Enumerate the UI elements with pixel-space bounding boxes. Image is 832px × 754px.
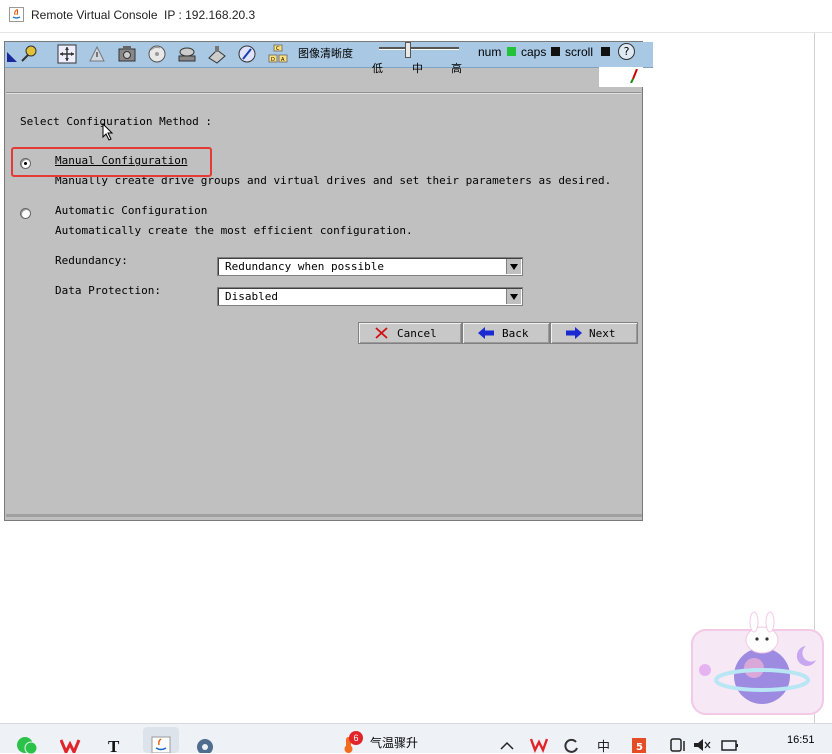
svg-text:A: A	[281, 57, 285, 63]
back-button[interactable]: Back	[462, 322, 550, 344]
automatic-config-label[interactable]: Automatic Configuration	[55, 204, 207, 217]
divider	[6, 92, 641, 94]
svg-text:中: 中	[597, 740, 610, 753]
automatic-config-description: Automatically create the most efficient …	[55, 224, 413, 237]
num-lock-indicator	[507, 47, 516, 56]
floppy-icon[interactable]	[207, 44, 227, 64]
monitor-icon[interactable]	[670, 737, 688, 753]
mouse-cursor-icon	[102, 123, 114, 141]
window-ip: IP : 192.168.20.3	[164, 8, 256, 22]
settings-gear-icon[interactable]	[194, 736, 216, 753]
window-titlebar: Remote Virtual Console IP : 192.168.20.3	[0, 0, 832, 33]
next-button[interactable]: Next	[550, 322, 638, 344]
console-toolbar: CDA 图像清晰度 低 中 高 num caps scroll ?	[5, 42, 653, 87]
weather-badge: 6	[349, 731, 363, 745]
drive-icon[interactable]	[177, 44, 197, 64]
data-protection-label: Data Protection:	[55, 284, 161, 297]
quality-mid-label: 中	[412, 62, 423, 75]
ime-icon[interactable]: 中	[596, 737, 614, 753]
cursor-marker-icon	[630, 69, 638, 83]
cancel-label: Cancel	[397, 327, 437, 340]
weather-text[interactable]: 气温骤升	[370, 734, 418, 751]
console-bottom-border	[6, 514, 642, 517]
warning-icon[interactable]	[87, 44, 107, 64]
quality-label: 图像清晰度	[298, 47, 353, 60]
wechat-icon[interactable]	[16, 736, 38, 754]
data-protection-value: Disabled	[225, 290, 278, 303]
html5-icon[interactable]: 5	[630, 737, 648, 753]
taskbar: T 6 气温骤升 中 5 16:51	[0, 723, 832, 754]
chevron-up-icon[interactable]	[500, 740, 514, 750]
cda-icon[interactable]: CD A	[267, 44, 289, 64]
close-icon	[375, 327, 388, 339]
connect-icon[interactable]	[19, 44, 39, 64]
speaker-muted-icon[interactable]	[693, 737, 711, 753]
automatic-config-radio[interactable]	[20, 208, 31, 219]
svg-text:T: T	[108, 737, 120, 753]
caps-lock-indicator	[551, 47, 560, 56]
cancel-button[interactable]: Cancel	[358, 322, 462, 344]
redundancy-label: Redundancy:	[55, 254, 128, 267]
scroll-lock-indicator	[601, 47, 610, 56]
chevron-down-icon[interactable]	[506, 259, 521, 274]
highlight-box	[11, 147, 212, 177]
quality-high-label: 高	[451, 62, 462, 75]
clock[interactable]: 16:51	[787, 734, 815, 746]
remote-screen-corner	[599, 67, 643, 87]
redundancy-value: Redundancy when possible	[225, 260, 384, 273]
move-icon[interactable]	[57, 44, 77, 64]
quality-low-label: 低	[372, 62, 383, 75]
java-icon	[9, 7, 24, 22]
cd-icon[interactable]	[147, 44, 167, 64]
refresh-icon[interactable]	[562, 737, 580, 753]
arrow-right-icon	[566, 327, 582, 339]
help-button[interactable]: ?	[618, 43, 635, 60]
scroll-lock-label: scroll	[565, 45, 594, 59]
redundancy-select[interactable]: Redundancy when possible	[217, 257, 523, 276]
svg-text:D: D	[271, 57, 275, 63]
svg-text:5: 5	[636, 742, 643, 753]
camera-icon[interactable]	[117, 44, 137, 64]
chevron-down-icon[interactable]	[506, 289, 521, 304]
back-label: Back	[502, 327, 529, 340]
data-protection-select[interactable]: Disabled	[217, 287, 523, 306]
corner-marker-icon	[7, 52, 17, 62]
bunny-planet-sticker	[691, 611, 824, 715]
window-title: Remote Virtual Console	[31, 8, 158, 22]
wps-tray-icon[interactable]	[530, 737, 548, 753]
next-label: Next	[589, 327, 616, 340]
svg-text:C: C	[276, 46, 280, 52]
typora-icon[interactable]: T	[106, 736, 126, 753]
java-taskbar-icon[interactable]	[151, 736, 171, 753]
caps-lock-label: caps	[521, 45, 547, 59]
config-method-prompt: Select Configuration Method :	[20, 115, 213, 128]
arrow-left-icon	[478, 327, 494, 339]
num-lock-label: num	[478, 45, 502, 59]
remote-console[interactable]: CDA 图像清晰度 低 中 高 num caps scroll ? Select…	[4, 41, 653, 521]
battery-icon[interactable]	[721, 737, 739, 753]
dvd-icon[interactable]	[237, 44, 257, 64]
wps-icon[interactable]	[60, 738, 86, 753]
